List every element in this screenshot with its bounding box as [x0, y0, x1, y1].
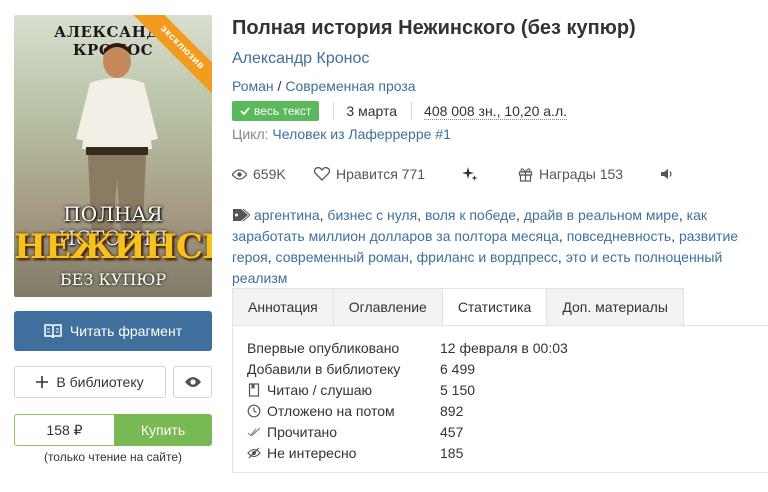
check-icon — [240, 107, 250, 115]
read-label: Прочитано — [267, 424, 337, 440]
tab-statistics[interactable]: Статистика — [441, 288, 547, 326]
tab-annotation[interactable]: Аннотация — [232, 288, 333, 326]
tab-extra-materials[interactable]: Доп. материалы — [546, 288, 684, 326]
status-badge-label: весь текст — [254, 104, 312, 118]
speaker-icon — [660, 168, 674, 180]
reading-value: 5 150 — [440, 382, 476, 398]
author-link[interactable]: Александр Кронос — [232, 50, 369, 68]
not-interested-value: 185 — [440, 445, 464, 461]
heart-icon — [314, 167, 330, 181]
book-open-icon — [44, 323, 62, 339]
stat-row-added: Добавили в библиотеку 6 499 — [247, 359, 475, 379]
tag-link[interactable]: современный роман — [276, 249, 409, 265]
added-value: 6 499 — [440, 361, 476, 377]
tag-icon — [232, 208, 250, 222]
tag-link[interactable]: драйв в реальном мире — [524, 207, 679, 223]
stat-row-reading: Читаю / слушаю 5 150 — [247, 380, 475, 400]
genre-link-novel[interactable]: Роман — [232, 78, 274, 94]
cover-title-line3: БЕЗ КУПЮР — [59, 270, 167, 289]
eye-off-icon — [247, 446, 261, 460]
eye-icon — [184, 376, 201, 388]
book-stats: 659K Нравится 771 Награды 153 — [232, 166, 674, 182]
cover-title-line2: НЕЖИНСКОГО — [14, 227, 212, 267]
later-label: Отложено на потом — [267, 403, 395, 419]
tabs: Аннотация Оглавление Статистика Доп. мат… — [232, 288, 684, 326]
cycle: Цикл: Человек из Лаферрерре #1 — [232, 126, 451, 142]
cycle-link[interactable]: Человек из Лаферрерре #1 — [272, 126, 450, 142]
read-value: 457 — [440, 424, 464, 440]
tag-link[interactable]: повседневность — [567, 228, 671, 244]
book-size[interactable]: 408 008 зн., 10,20 а.л. — [424, 103, 568, 120]
later-value: 892 — [440, 403, 464, 419]
price-note: (только чтение на сайте) — [43, 450, 183, 464]
tags: аргентина, бизнес с нуля, воля к победе,… — [232, 207, 739, 286]
views-count: 659K — [253, 166, 286, 182]
double-check-icon — [247, 425, 261, 439]
tag-link[interactable]: фриланс и вордпресс — [417, 249, 558, 265]
first-published-label: Впервые опубликовано — [247, 340, 400, 356]
genres: Роман / Современная проза — [232, 78, 416, 94]
bookmark-icon — [247, 383, 261, 397]
sparkles-icon — [462, 166, 478, 182]
watch-button[interactable] — [173, 366, 212, 398]
stat-row-later: Отложено на потом 892 — [247, 401, 463, 421]
reading-label: Читаю / слушаю — [267, 382, 373, 398]
genre-link-modern-prose[interactable]: Современная проза — [285, 78, 415, 94]
book-meta: весь текст 3 марта 408 008 зн., 10,20 а.… — [232, 100, 568, 122]
tag-link[interactable]: воля к победе — [425, 207, 516, 223]
gift-icon — [518, 167, 533, 182]
stat-row-not-interested: Не интересно 185 — [247, 443, 463, 463]
views-stat: 659K — [232, 166, 314, 182]
divider — [411, 102, 413, 120]
not-interested-label: Не интересно — [267, 445, 357, 461]
book-title: Полная история Нежинского (без купюр) — [232, 17, 636, 39]
add-to-library-label: В библиотеку — [56, 374, 144, 390]
awards-count: Награды 153 — [539, 166, 624, 182]
plus-icon — [36, 376, 49, 388]
tab-contents[interactable]: Оглавление — [332, 288, 442, 326]
add-to-library-button[interactable]: В библиотеку — [14, 366, 166, 398]
read-fragment-label: Читать фрагмент — [69, 323, 183, 339]
price-value: 158 ₽ — [14, 414, 114, 446]
publish-date: 3 марта — [346, 103, 398, 119]
tag-link[interactable]: бизнес с нуля — [327, 207, 417, 223]
tag-link[interactable]: аргентина — [254, 207, 320, 223]
cycle-label: Цикл: — [232, 126, 273, 142]
clock-icon — [247, 404, 261, 418]
sparkles-button[interactable] — [462, 166, 518, 182]
like-button[interactable]: Нравится 771 — [314, 166, 462, 182]
first-published-value: 12 февраля в 00:03 — [440, 340, 568, 356]
stat-row-first-published: Впервые опубликовано 12 февраля в 00:03 — [247, 338, 568, 358]
audio-button[interactable] — [660, 168, 674, 180]
eye-icon — [232, 168, 247, 180]
statistics-panel: Впервые опубликовано 12 февраля в 00:03 … — [232, 325, 768, 473]
read-fragment-button[interactable]: Читать фрагмент — [14, 311, 212, 351]
genre-separator: / — [273, 78, 286, 94]
awards-button[interactable]: Награды 153 — [518, 166, 660, 182]
divider — [333, 102, 335, 120]
added-label: Добавили в библиотеку — [247, 361, 401, 377]
book-cover[interactable]: АЛЕКСАНДР КРОНОС эксклюзив ПОЛНАЯ ИСТОРИ… — [14, 15, 212, 297]
buy-button[interactable]: Купить — [114, 414, 212, 446]
stat-row-read: Прочитано 457 — [247, 422, 463, 442]
status-badge: весь текст — [232, 101, 320, 121]
likes-count: Нравится 771 — [336, 166, 426, 182]
